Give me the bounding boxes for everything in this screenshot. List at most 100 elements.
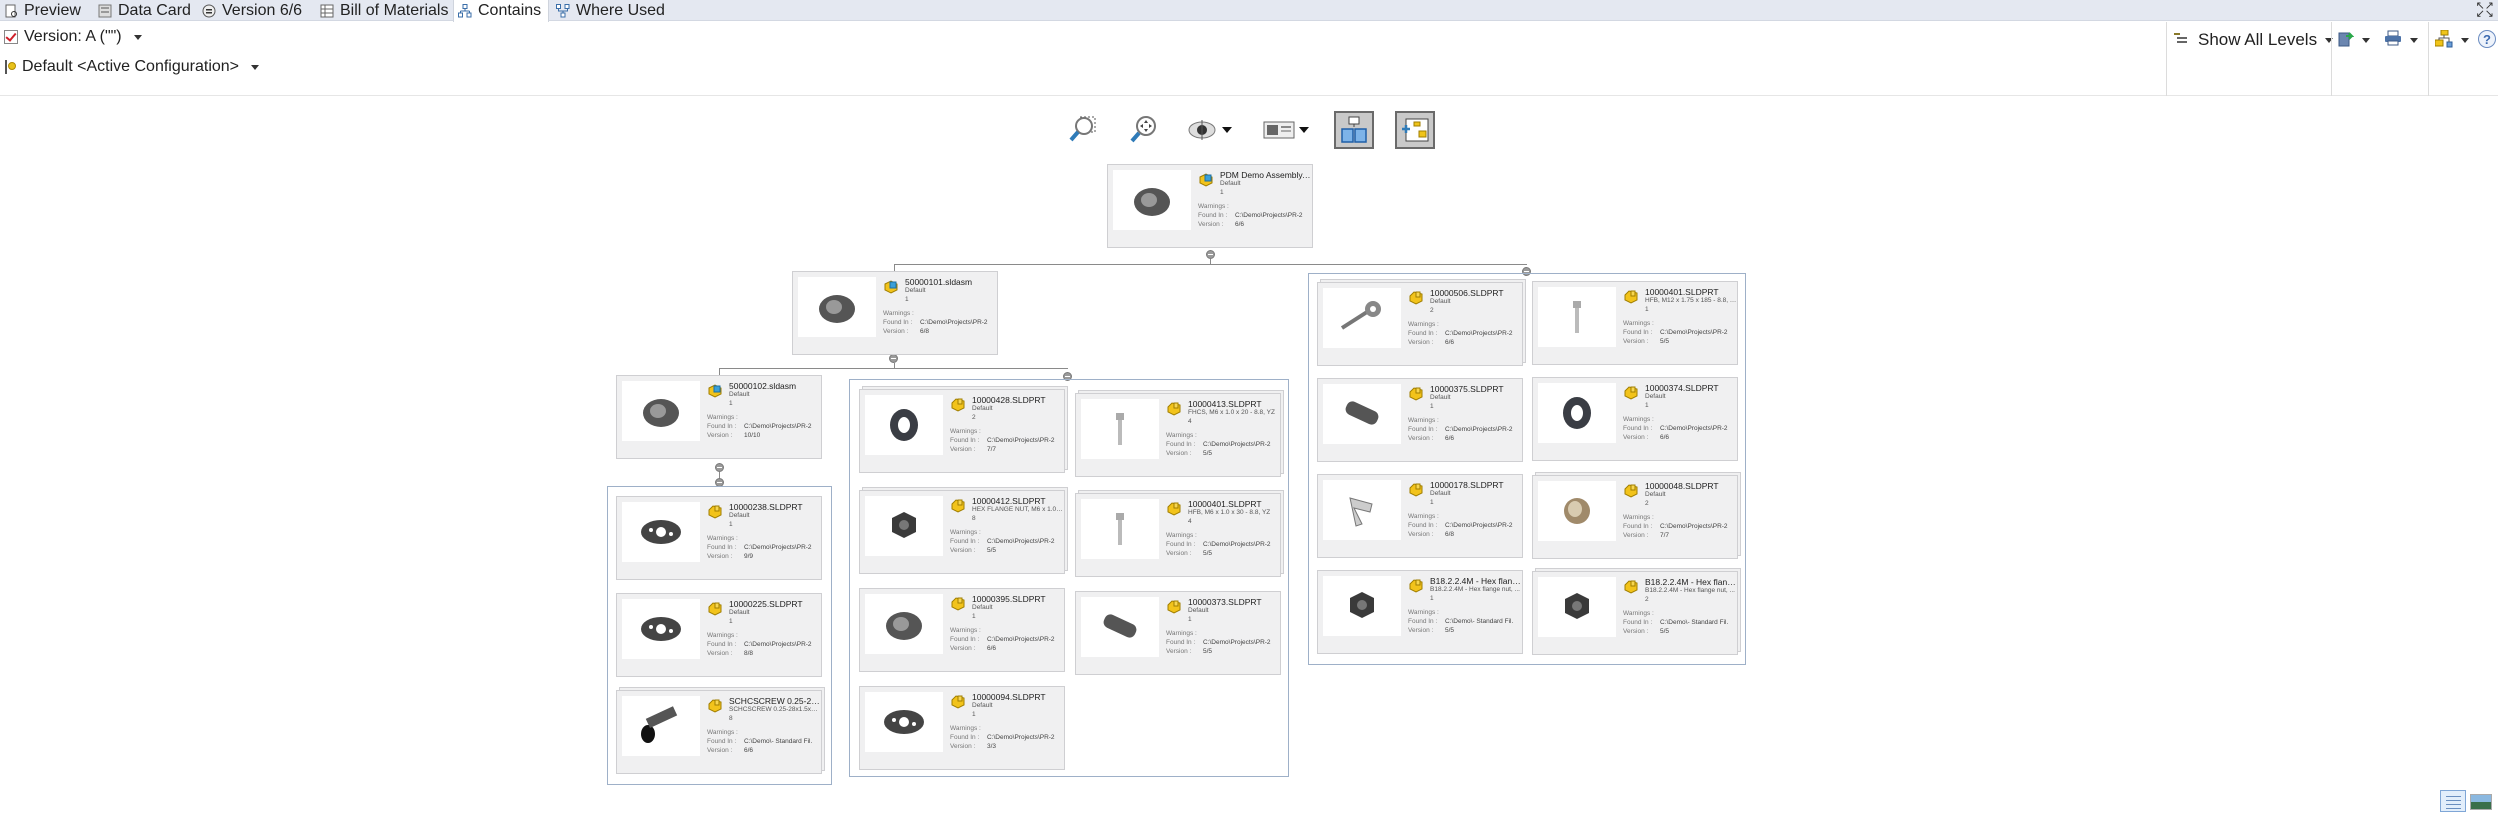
assembly-card[interactable]: PDM Demo Assembly.SL... Default 1 Warnings … [1107, 164, 1313, 248]
card-configuration: B18.2.2.4M - Hex flange nut, ... [1645, 587, 1735, 594]
zoom-pan-button[interactable] [1124, 111, 1164, 149]
card-field-values: C:\Demo\Projects\PR-2 6/6 [987, 636, 1055, 652]
part-card[interactable]: 10000413.SLDPRT FHCS, M6 x 1.0 x 20 - 8.8… [1075, 393, 1281, 477]
image-view-button[interactable] [2470, 794, 2492, 810]
part-icon [1623, 482, 1639, 498]
configuration-flag-icon [4, 60, 16, 74]
card-field-values: C:\Demo\Projects\PR-2 6/8 [920, 319, 988, 335]
card-field-labels: Warnings : Found In : Version : [1166, 432, 1197, 457]
card-quantity: 1 [1645, 306, 1649, 313]
part-card[interactable]: SCHCSCREW 0.25-28x1.5...SCHCSCREW 0.25-2… [616, 690, 822, 774]
card-layout-dropdown[interactable] [1258, 111, 1314, 149]
card-configuration: SCHCSCREW 0.25-28x1.5x1.5-... [729, 706, 821, 713]
part-thumbnail [1538, 577, 1616, 637]
part-icon [1623, 288, 1639, 304]
structure-options-button[interactable] [2435, 22, 2469, 96]
list-view-button[interactable] [2440, 790, 2466, 812]
zoom-to-area-button[interactable] [1063, 111, 1103, 149]
part-thumbnail [865, 692, 943, 752]
card-quantity: 2 [972, 414, 976, 421]
card-file-name: 10000375.SLDPRT [1430, 384, 1504, 394]
assembly-card[interactable]: 50000101.sldasm Default 1 Warnings : Found I… [792, 271, 998, 355]
version-checkbox-icon[interactable] [4, 30, 18, 44]
tab-data-card[interactable]: Data Card [94, 0, 191, 21]
export-button[interactable] [2338, 22, 2370, 96]
part-icon [1166, 400, 1182, 416]
card-layout-icon [1263, 121, 1295, 139]
part-card[interactable]: 10000373.SLDPRT Default 1 Warnings : Found I… [1075, 591, 1281, 675]
print-button[interactable] [2384, 22, 2418, 96]
version-label: Version: A ("") [24, 28, 122, 45]
card-quantity: 4 [1188, 518, 1192, 525]
card-quantity: 1 [1188, 616, 1192, 623]
card-file-name: 10000413.SLDPRT [1188, 399, 1262, 409]
part-card[interactable]: 10000094.SLDPRT Default 1 Warnings : Found I… [859, 686, 1065, 770]
tab-contains[interactable]: Contains [453, 0, 549, 22]
card-field-labels: Warnings : Found In : Version : [707, 632, 738, 657]
show-levels-label: Show All Levels [2198, 30, 2318, 49]
collapse-toggle[interactable] [889, 354, 898, 363]
part-card[interactable]: 10000225.SLDPRT Default 1 Warnings : Found I… [616, 593, 822, 677]
card-field-values: C:\Demo\Projects\PR-2 9/9 [744, 544, 812, 560]
part-card[interactable]: B18.2.2.4M - Hex flange n...B18.2.2.4M -… [1532, 571, 1738, 655]
card-configuration: Default [1645, 491, 1666, 498]
part-card[interactable]: 10000238.SLDPRT Default 1 Warnings : Found I… [616, 496, 822, 580]
part-thumbnail [1323, 480, 1401, 540]
card-field-values: C:\Demo\Projects\PR-2 6/6 [1445, 426, 1513, 442]
card-field-values: C:\Demo\Projects\PR-2 5/5 [1660, 329, 1728, 345]
part-card[interactable]: 10000374.SLDPRT Default 1 Warnings : Found I… [1532, 377, 1738, 461]
part-thumbnail [1538, 287, 1616, 347]
chevron-down-icon[interactable] [133, 34, 142, 40]
visibility-dropdown[interactable] [1182, 111, 1238, 149]
card-file-name: 10000225.SLDPRT [729, 599, 803, 609]
part-thumbnail [798, 277, 876, 337]
part-card[interactable]: 10000401.SLDPRT HFB, M6 x 1.0 x 30 - 8.8,… [1075, 493, 1281, 577]
part-card[interactable]: 10000412.SLDPRT HEX FLANGE NUT, M6 x 1.0 … [859, 490, 1065, 574]
help-button[interactable]: ? [2478, 22, 2496, 96]
part-card[interactable]: 10000375.SLDPRT Default 1 Warnings : Found I… [1317, 378, 1523, 462]
zoom-pan-icon [1130, 116, 1156, 143]
version-icon [202, 4, 216, 18]
version-selector[interactable]: Version: A ("") [4, 28, 142, 46]
tab-version[interactable]: Version 6/6 [198, 0, 302, 21]
card-file-name: 10000401.SLDPRT [1188, 499, 1262, 509]
card-file-name: B18.2.2.4M - Hex flange n... [1430, 576, 1522, 586]
card-configuration: Default [1430, 394, 1451, 401]
card-field-labels: Warnings : Found In : Version : [1623, 610, 1654, 635]
eye-icon [1188, 120, 1216, 140]
card-configuration: Default [1430, 298, 1451, 305]
assembly-card[interactable]: 50000102.sldasm Default 1 Warnings : Found I… [616, 375, 822, 459]
show-levels-dropdown[interactable]: Show All Levels [2174, 22, 2334, 96]
card-field-values: C:\Demo\Projects\PR-2 5/5 [1203, 639, 1271, 655]
collapse-toggle[interactable] [715, 463, 724, 472]
card-quantity: 2 [1645, 500, 1649, 507]
tab-where-used[interactable]: Where Used [552, 0, 665, 21]
tab-preview[interactable]: Preview [0, 0, 81, 21]
contains-icon [458, 4, 472, 18]
configuration-selector[interactable]: Default <Active Configuration> [4, 58, 260, 76]
part-card[interactable]: B18.2.2.4M - Hex flange n...B18.2.2.4M -… [1317, 570, 1523, 654]
part-icon [1166, 500, 1182, 516]
chevron-down-icon[interactable] [251, 64, 260, 70]
part-card[interactable]: 10000401.SLDPRT HFB, M12 x 1.75 x 185 - 8… [1532, 281, 1738, 365]
tab-bill-of-materials[interactable]: Bill of Materials [316, 0, 448, 21]
card-field-labels: Warnings : Found In : Version : [883, 310, 914, 335]
card-file-name: PDM Demo Assembly.SL... [1220, 170, 1312, 180]
tab-label: Bill of Materials [340, 1, 449, 19]
card-field-labels: Warnings : Found In : Version : [1623, 514, 1654, 539]
data-card-icon [98, 4, 112, 18]
assembly-icon [1198, 171, 1214, 187]
part-card[interactable]: 10000178.SLDPRT Default 1 Warnings : Found I… [1317, 474, 1523, 558]
part-card[interactable]: 10000048.SLDPRT Default 2 Warnings : Found I… [1532, 475, 1738, 559]
part-card[interactable]: 10000395.SLDPRT Default 1 Warnings : Found I… [859, 588, 1065, 672]
tab-label: Version 6/6 [222, 1, 303, 19]
tree-view-toggle[interactable] [1334, 111, 1374, 149]
part-card[interactable]: 10000428.SLDPRT Default 2 Warnings : Found I… [859, 389, 1065, 473]
part-icon [1166, 598, 1182, 614]
print-icon [2385, 30, 2401, 46]
part-card[interactable]: 10000506.SLDPRT Default 2 Warnings : Found I… [1317, 282, 1523, 366]
collapse-toggle[interactable] [1206, 250, 1215, 259]
expand-structure-toggle[interactable] [1395, 111, 1435, 149]
maximize-icon[interactable]: ↖↗ ↙↘ [2476, 1, 2494, 20]
card-field-values: C:\Demo\Projects\PR-2 6/8 [1445, 522, 1513, 538]
